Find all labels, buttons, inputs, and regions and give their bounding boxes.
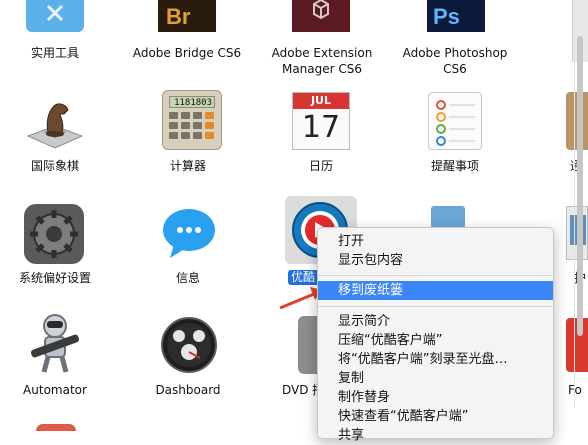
menu-item-quick-look[interactable]: 快速查看“优酷客户端”: [318, 407, 553, 426]
app-messages[interactable]: 信息: [133, 270, 243, 286]
calendar-month: JUL: [293, 93, 349, 109]
menu-separator: [318, 306, 553, 307]
menu-item-duplicate[interactable]: 复制: [318, 369, 553, 388]
app-utilities[interactable]: 实用工具: [0, 45, 110, 61]
calculator-display: 1181803: [169, 96, 215, 108]
adobe-extension-manager-icon[interactable]: [292, 0, 350, 32]
app-label: Automator: [23, 383, 87, 397]
app-dvd-player[interactable]: DVD 播: [282, 382, 325, 398]
app-label: 计算器: [169, 159, 206, 173]
reminders-icon[interactable]: [428, 92, 482, 150]
app-label: 实用工具: [30, 46, 79, 60]
menu-item-show-package-contents[interactable]: 显示包内容: [318, 251, 553, 270]
partial-icon-bottom[interactable]: [36, 424, 76, 431]
app-adobe-photoshop[interactable]: Adobe Photoshop CS6: [395, 45, 515, 77]
calendar-day: 17: [301, 110, 341, 145]
app-label: 提醒事项: [430, 159, 479, 173]
youku-label: 优酷: [291, 270, 316, 284]
menu-item-move-to-trash[interactable]: 移到废纸篓: [318, 281, 553, 300]
app-label: Adobe Bridge CS6: [132, 46, 242, 60]
photoshop-badge: Ps: [433, 4, 460, 29]
photo-app-icon-partial[interactable]: [431, 206, 465, 228]
app-dashboard[interactable]: Dashboard: [133, 382, 243, 398]
app-calculator[interactable]: 计算器: [133, 158, 243, 174]
calculator-icon[interactable]: 1181803: [162, 90, 222, 150]
utilities-folder-icon[interactable]: [26, 0, 84, 32]
app-reminders[interactable]: 提醒事项: [400, 158, 510, 174]
messages-icon[interactable]: [160, 204, 218, 262]
adobe-photoshop-icon[interactable]: Ps: [427, 0, 485, 32]
app-label-line: Adobe Extension: [271, 46, 373, 60]
app-label: Dashboard: [155, 383, 221, 397]
app-label: DVD 播: [282, 383, 325, 397]
chess-icon[interactable]: [24, 92, 86, 154]
app-system-preferences[interactable]: 系统偏好设置: [0, 270, 110, 286]
dvd-player-icon-partial[interactable]: [298, 316, 318, 374]
scrollbar-thumb[interactable]: [577, 36, 583, 336]
automator-icon[interactable]: [26, 312, 84, 374]
app-label: 国际象棋: [30, 159, 79, 173]
app-label: 信息: [175, 271, 200, 285]
adobe-bridge-icon[interactable]: Br: [158, 0, 216, 32]
app-chess[interactable]: 国际象棋: [0, 158, 110, 174]
menu-item-open[interactable]: 打开: [318, 232, 553, 251]
context-menu: 打开 显示包内容 移到废纸篓 显示简介 压缩“优酷客户端” 将“优酷客户端”刻录…: [317, 227, 554, 443]
bridge-badge: Br: [166, 4, 191, 29]
app-label: 系统偏好设置: [18, 271, 91, 285]
app-calendar[interactable]: 日历: [266, 158, 376, 174]
app-adobe-extension-manager[interactable]: Adobe Extension Manager CS6: [262, 45, 382, 77]
app-label-line: Adobe Photoshop: [402, 46, 508, 60]
menu-item-make-alias[interactable]: 制作替身: [318, 388, 553, 407]
menu-item-burn-to-disc[interactable]: 将“优酷客户端”刻录至光盘…: [318, 350, 553, 369]
menu-item-get-info[interactable]: 显示简介: [318, 312, 553, 331]
system-preferences-icon[interactable]: [24, 204, 84, 264]
menu-item-compress[interactable]: 压缩“优酷客户端”: [318, 331, 553, 350]
app-automator[interactable]: Automator: [0, 382, 110, 398]
menu-separator: [318, 275, 553, 276]
app-label: 日历: [308, 159, 333, 173]
calendar-icon[interactable]: JUL 17: [292, 92, 350, 150]
dashboard-icon[interactable]: [160, 316, 218, 374]
app-label-line: Manager CS6: [281, 62, 363, 76]
menu-item-share[interactable]: 共享: [318, 426, 553, 445]
app-adobe-bridge[interactable]: Adobe Bridge CS6: [127, 45, 247, 61]
app-label-line: CS6: [443, 62, 467, 76]
